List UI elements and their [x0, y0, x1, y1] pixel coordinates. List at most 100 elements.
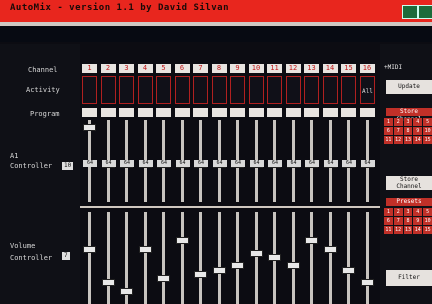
preset-key-button[interactable]: 1: [384, 118, 393, 126]
program-field[interactable]: [285, 108, 301, 117]
volume-slider-track[interactable]: [162, 212, 165, 304]
volume-slider-knob[interactable]: [101, 279, 115, 287]
volume-slider-knob[interactable]: [305, 237, 318, 245]
presets-button[interactable]: Presets: [386, 198, 432, 206]
preset-key-button[interactable]: 11: [384, 226, 393, 234]
volume-slider-knob[interactable]: [120, 287, 133, 295]
channel-number[interactable]: 5: [156, 64, 171, 73]
preset-key-button[interactable]: 7: [393, 127, 403, 135]
program-field[interactable]: [248, 108, 264, 117]
channel-number[interactable]: 9: [230, 64, 245, 73]
program-field[interactable]: [137, 108, 153, 117]
program-field[interactable]: [322, 108, 338, 117]
preset-key-button[interactable]: 6: [384, 217, 393, 225]
volume-slider-track[interactable]: [217, 212, 221, 304]
preset-key-button[interactable]: 10: [423, 127, 432, 135]
filter-button[interactable]: Filter: [386, 270, 432, 286]
preset-key-button[interactable]: 14: [413, 226, 423, 234]
channel-number[interactable]: 15: [341, 64, 356, 73]
preset-key-button[interactable]: 6: [384, 127, 393, 135]
program-field[interactable]: [211, 108, 227, 117]
preset-key-button[interactable]: 14: [413, 136, 423, 144]
channel-number[interactable]: 8: [211, 64, 227, 73]
volume-slider-knob[interactable]: [323, 245, 337, 253]
channel-number[interactable]: 12: [285, 64, 301, 73]
volume-slider-knob[interactable]: [286, 262, 300, 270]
preset-key-button[interactable]: 13: [403, 226, 413, 234]
channel-number[interactable]: 2: [100, 64, 116, 73]
zoom-gadget-icon[interactable]: [418, 5, 432, 19]
channel-number[interactable]: 13: [304, 64, 319, 73]
preset-key-button[interactable]: 3: [403, 118, 413, 126]
preset-key-button[interactable]: 15: [423, 226, 432, 234]
preset-key-button[interactable]: 4: [413, 208, 423, 216]
title-bar[interactable]: AutoMix - version 1.1 by David Silvan: [0, 0, 432, 22]
volume-slider-knob[interactable]: [138, 245, 152, 253]
volume-slider-knob[interactable]: [175, 237, 189, 245]
volume-slider-knob[interactable]: [231, 262, 244, 270]
program-field[interactable]: [82, 108, 97, 117]
volume-slider-track[interactable]: [106, 212, 110, 304]
preset-key-button[interactable]: 5: [423, 208, 432, 216]
preset-key-button[interactable]: 10: [423, 217, 432, 225]
cc2-number-button[interactable]: 7: [62, 252, 70, 260]
preset-key-button[interactable]: 11: [384, 136, 393, 144]
program-field[interactable]: [156, 108, 171, 117]
store-channel-button[interactable]: Store Channel: [386, 108, 432, 123]
volume-slider-track[interactable]: [236, 212, 239, 304]
program-field[interactable]: [119, 108, 134, 117]
preset-key-button[interactable]: 8: [403, 217, 413, 225]
program-field[interactable]: [304, 108, 319, 117]
preset-key-button[interactable]: 12: [393, 136, 403, 144]
program-field[interactable]: [230, 108, 245, 117]
program-field[interactable]: [341, 108, 356, 117]
volume-slider-track[interactable]: [347, 212, 350, 304]
volume-slider-knob[interactable]: [360, 279, 374, 287]
channel-number[interactable]: 6: [174, 64, 190, 73]
volume-slider-track[interactable]: [254, 212, 258, 304]
depth-gadget-icon[interactable]: [402, 5, 418, 19]
volume-slider-knob[interactable]: [249, 249, 263, 257]
preset-key-button[interactable]: 4: [413, 118, 423, 126]
program-field[interactable]: [174, 108, 190, 117]
channel-number[interactable]: 16: [359, 64, 375, 73]
volume-slider-track[interactable]: [88, 212, 91, 304]
channel-number[interactable]: 14: [322, 64, 338, 73]
preset-key-button[interactable]: 7: [393, 217, 403, 225]
volume-slider-knob[interactable]: [212, 266, 226, 274]
channel-number[interactable]: 1: [82, 64, 97, 73]
program-field[interactable]: [267, 108, 282, 117]
volume-slider-knob[interactable]: [268, 254, 281, 261]
preset-key-button[interactable]: 9: [413, 127, 423, 135]
channel-number[interactable]: 4: [137, 64, 153, 73]
preset-key-button[interactable]: 9: [413, 217, 423, 225]
channel-number[interactable]: 3: [119, 64, 134, 73]
cc1-number-button[interactable]: 10: [62, 162, 74, 170]
volume-slider-knob[interactable]: [83, 245, 96, 253]
volume-slider-knob[interactable]: [342, 266, 355, 274]
volume-slider-track[interactable]: [143, 212, 147, 304]
channel-number[interactable]: 10: [248, 64, 264, 73]
cc1-slider-knob[interactable]: [83, 123, 96, 131]
program-field[interactable]: [193, 108, 208, 117]
volume-slider-knob[interactable]: [194, 270, 207, 278]
channel-number[interactable]: 7: [193, 64, 208, 73]
store-channel2-button[interactable]: Store Channel: [386, 176, 432, 190]
preset-key-button[interactable]: 2: [393, 118, 403, 126]
preset-key-button[interactable]: 15: [423, 136, 432, 144]
volume-slider-track[interactable]: [291, 212, 295, 304]
preset-key-button[interactable]: 5: [423, 118, 432, 126]
preset-key-button[interactable]: 8: [403, 127, 413, 135]
volume-slider-track[interactable]: [180, 212, 184, 304]
volume-slider-knob[interactable]: [157, 275, 170, 282]
preset-key-button[interactable]: 1: [384, 208, 393, 216]
preset-key-button[interactable]: 12: [393, 226, 403, 234]
channel-number[interactable]: 11: [267, 64, 282, 73]
volume-slider-track[interactable]: [199, 212, 202, 304]
volume-slider-track[interactable]: [365, 212, 369, 304]
volume-slider-track[interactable]: [310, 212, 313, 304]
update-button[interactable]: Update: [386, 80, 432, 94]
preset-key-button[interactable]: 13: [403, 136, 413, 144]
preset-key-button[interactable]: 3: [403, 208, 413, 216]
preset-key-button[interactable]: 2: [393, 208, 403, 216]
